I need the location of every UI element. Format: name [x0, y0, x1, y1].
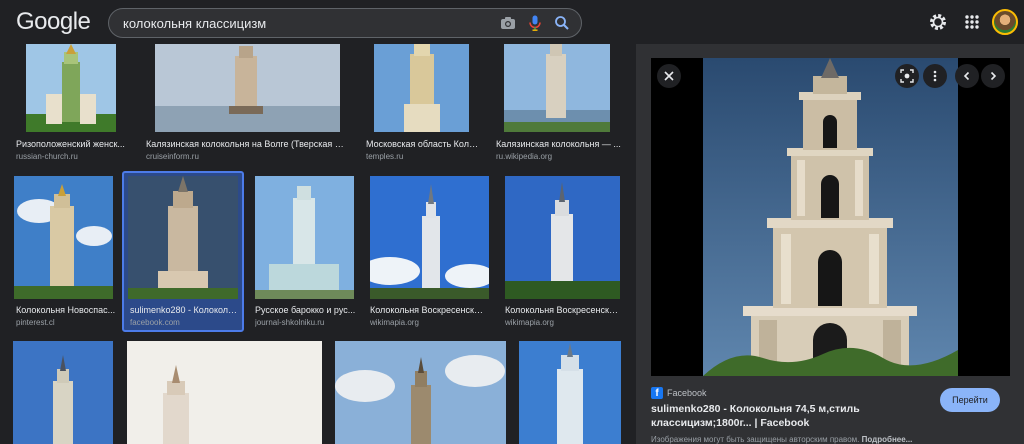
search-box[interactable]: колокольня классицизм [108, 8, 582, 38]
learn-more-link[interactable]: Подробнее... [862, 435, 913, 444]
result-title[interactable]: Колокольня Воскресенско... [505, 305, 621, 315]
result-source: wikimapia.org [505, 318, 554, 327]
result-thumbnail[interactable] [13, 341, 113, 444]
result-thumbnail[interactable] [128, 176, 238, 299]
result-thumbnail[interactable] [255, 176, 354, 299]
visit-button[interactable]: Перейти [940, 388, 1000, 412]
result-thumbnail[interactable] [519, 341, 621, 444]
result-thumbnail[interactable] [370, 176, 489, 299]
result-title[interactable]: Ризоположенский женск... [16, 139, 126, 149]
gear-icon[interactable] [928, 12, 948, 32]
result-title[interactable]: sulimenko280 - Колоколь... [130, 305, 238, 315]
result-title[interactable]: Калязинская колокольня — ... [496, 139, 621, 149]
result-source: pinterest.cl [16, 318, 55, 327]
next-button[interactable] [981, 64, 1005, 88]
result-source: journal-shkolniku.ru [255, 318, 325, 327]
result-title[interactable]: Колокольня Новоспас... [16, 305, 116, 315]
search-icon[interactable] [553, 14, 571, 32]
result-thumbnail[interactable] [335, 341, 506, 444]
result-thumbnail[interactable] [505, 176, 620, 299]
mic-icon[interactable] [526, 14, 544, 32]
facebook-icon: f [651, 387, 663, 399]
result-source: facebook.com [130, 318, 180, 327]
result-title[interactable]: Колокольня Воскресенског... [370, 305, 488, 315]
camera-icon[interactable] [499, 14, 517, 32]
result-source: cruiseinform.ru [146, 152, 199, 161]
chevron-left-icon [963, 71, 970, 81]
result-source: temples.ru [366, 152, 404, 161]
image-results-grid: Ризоположенский женск... russian-church.… [0, 44, 632, 444]
preview-image-frame [651, 58, 1010, 376]
result-thumbnail[interactable] [14, 176, 113, 299]
result-source: ru.wikipedia.org [496, 152, 553, 161]
result-title[interactable]: Московская область Коло... [366, 139, 481, 149]
result-title[interactable]: Русское барокко и рус... [255, 305, 357, 315]
lens-button[interactable] [895, 64, 919, 88]
result-source: wikimapia.org [370, 318, 419, 327]
previous-button[interactable] [955, 64, 979, 88]
result-thumbnail[interactable] [504, 44, 610, 132]
result-thumbnail[interactable] [374, 44, 469, 132]
chevron-right-icon [990, 71, 997, 81]
source-site-name: Facebook [667, 388, 707, 398]
copyright-note: Изображения могут быть защищены авторски… [651, 435, 1011, 444]
copyright-text: Изображения могут быть защищены авторски… [651, 435, 860, 444]
google-logo[interactable]: Google [16, 8, 91, 36]
search-input[interactable]: колокольня классицизм [123, 16, 266, 31]
preview-title[interactable]: sulimenko280 - Колокольня 74,5 м,стиль к… [651, 402, 926, 430]
result-title[interactable]: Калязинская колокольня на Волге (Тверска… [146, 139, 346, 149]
lens-icon [900, 69, 914, 83]
result-thumbnail[interactable] [155, 44, 340, 132]
account-avatar[interactable] [992, 9, 1018, 35]
more-vert-icon [933, 70, 937, 82]
source-site[interactable]: f Facebook [651, 386, 707, 400]
close-button[interactable] [657, 64, 681, 88]
result-thumbnail[interactable] [127, 341, 322, 444]
result-thumbnail[interactable] [26, 44, 116, 132]
top-bar: Google колокольня классицизм [0, 0, 1024, 44]
result-source: russian-church.ru [16, 152, 78, 161]
preview-image[interactable] [703, 58, 958, 376]
close-icon [664, 71, 674, 81]
apps-grid-icon[interactable] [962, 12, 982, 32]
more-options-button[interactable] [923, 64, 947, 88]
